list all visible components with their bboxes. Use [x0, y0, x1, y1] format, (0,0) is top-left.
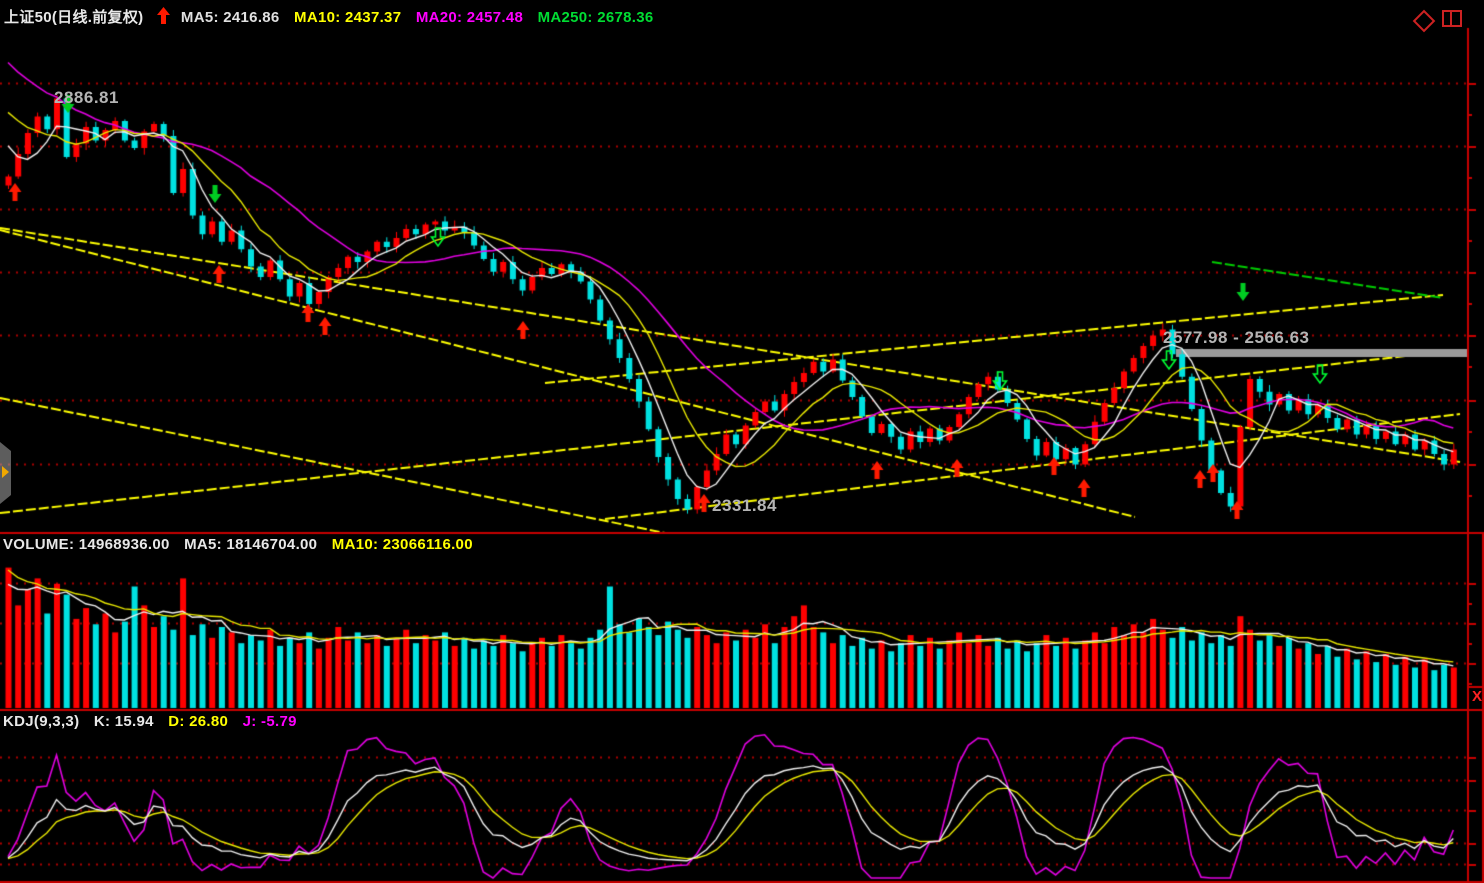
price-band-label: 2577.98 - 2566.63	[1163, 328, 1310, 348]
expand-right-arrow-icon	[2, 466, 9, 478]
sidebar-flyout-handle[interactable]	[0, 442, 11, 504]
ma250-value: MA250: 2678.36	[538, 9, 654, 26]
split-pane-icon[interactable]	[1442, 10, 1462, 27]
volume-ma5-value: MA5: 18146704.00	[184, 536, 317, 553]
volume-value: VOLUME: 14968936.00	[3, 536, 170, 553]
buy-signal-up-arrow-icon	[157, 7, 170, 24]
ma5-value: MA5: 2416.86	[181, 9, 280, 26]
close-pane-button[interactable]: X	[1470, 688, 1484, 706]
kdj-k-value: K: 15.94	[94, 713, 154, 730]
kdj-title: KDJ(9,3,3)	[3, 713, 79, 730]
ma10-value: MA10: 2437.37	[294, 9, 401, 26]
low-price-label: 2331.84	[712, 496, 777, 516]
volume-pane-header: VOLUME: 14968936.00 MA5: 18146704.00 MA1…	[3, 536, 483, 553]
window-toolbar	[1416, 10, 1462, 30]
kdj-j-value: J: -5.79	[243, 713, 297, 730]
volume-ma10-value: MA10: 23066116.00	[332, 536, 473, 553]
symbol-title: 上证50(日线.前复权)	[4, 9, 143, 26]
kdj-pane-header: KDJ(9,3,3) K: 15.94 D: 26.80 J: -5.79	[3, 713, 307, 730]
chart-canvas[interactable]	[0, 0, 1484, 883]
diamond-icon[interactable]	[1413, 10, 1436, 33]
kdj-d-value: D: 26.80	[168, 713, 228, 730]
high-price-label: 2886.81	[54, 88, 119, 108]
trading-terminal-window: 上证50(日线.前复权) MA5: 2416.86 MA10: 2437.37 …	[0, 0, 1484, 883]
ma20-value: MA20: 2457.48	[416, 9, 523, 26]
main-chart-header: 上证50(日线.前复权) MA5: 2416.86 MA10: 2437.37 …	[4, 6, 664, 27]
